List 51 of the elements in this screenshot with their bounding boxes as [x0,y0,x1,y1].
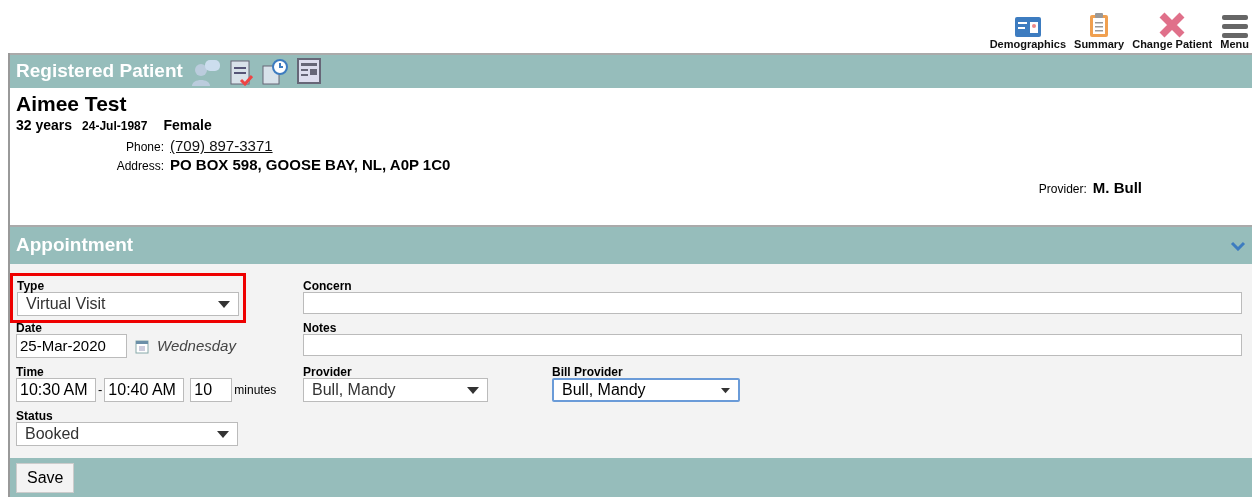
duration-unit: minutes [234,382,277,399]
field-label: Type [17,280,46,292]
start-time-field[interactable]: 10:30 AM [16,378,96,402]
form-icon[interactable] [296,57,321,84]
address-label: Address: [115,158,164,174]
weekday-label: Wednesday [157,335,236,356]
address-value: PO BOX 598, GOOSE BAY, NL, A0P 1C0 [170,155,451,174]
provider-value: M. Bull [1092,178,1142,198]
close-icon [1159,11,1186,38]
id-card-icon [1013,15,1042,38]
toolbar-button[interactable]: Summary [1074,11,1125,50]
phone-link[interactable]: (709) 897-3371 [170,136,273,156]
panel-title: Registered Patient [16,59,183,84]
phone-label: Phone: [124,140,164,156]
save-button[interactable]: Save [16,463,75,493]
patient-age: 32 years [16,116,73,136]
field-label: Status [16,410,54,422]
date-field[interactable]: 25-Mar-2020 [16,334,127,358]
patient-dob: 24-Jul-1987 [82,118,148,136]
field-label: Provider [303,366,353,378]
provider-label: Provider: [1038,181,1087,198]
chevron-down-icon[interactable] [1230,241,1246,252]
calendar-clock-icon[interactable] [260,57,289,86]
field-label: Time [16,366,45,378]
patient-name: Aimee Test [16,92,128,116]
field-label: Concern [303,280,353,292]
toolbar-button[interactable]: Demographics [989,15,1067,50]
caret-icon [467,386,479,394]
field-label: Notes [303,322,338,334]
field-label: Bill Provider [552,366,624,378]
toolbar-button[interactable]: Menu [1220,13,1249,50]
provider-select[interactable]: Bull, Mandy [303,378,488,402]
type-select[interactable]: Virtual Visit [17,292,239,316]
checklist-icon[interactable] [228,57,253,86]
status-select[interactable]: Booked [16,422,238,446]
toolbar-button[interactable]: Change Patient [1132,11,1213,50]
notes-field[interactable] [303,334,1242,356]
caret-icon [217,430,229,438]
clipboard-icon [1089,11,1110,38]
caret-icon [721,386,730,394]
end-time-field[interactable]: 10:40 AM [104,378,185,402]
field-label: Date [16,322,43,334]
calendar-icon[interactable] [135,338,149,354]
concern-field[interactable] [303,292,1242,314]
time-separator: - [97,381,104,400]
duration-field[interactable]: 10 [190,378,233,402]
patient-sex: Female [163,116,212,136]
bill-provider-select[interactable]: Bull, Mandy [552,378,740,402]
menu-icon [1221,13,1248,38]
caret-icon [218,300,230,308]
section-title: Appointment [16,233,134,258]
